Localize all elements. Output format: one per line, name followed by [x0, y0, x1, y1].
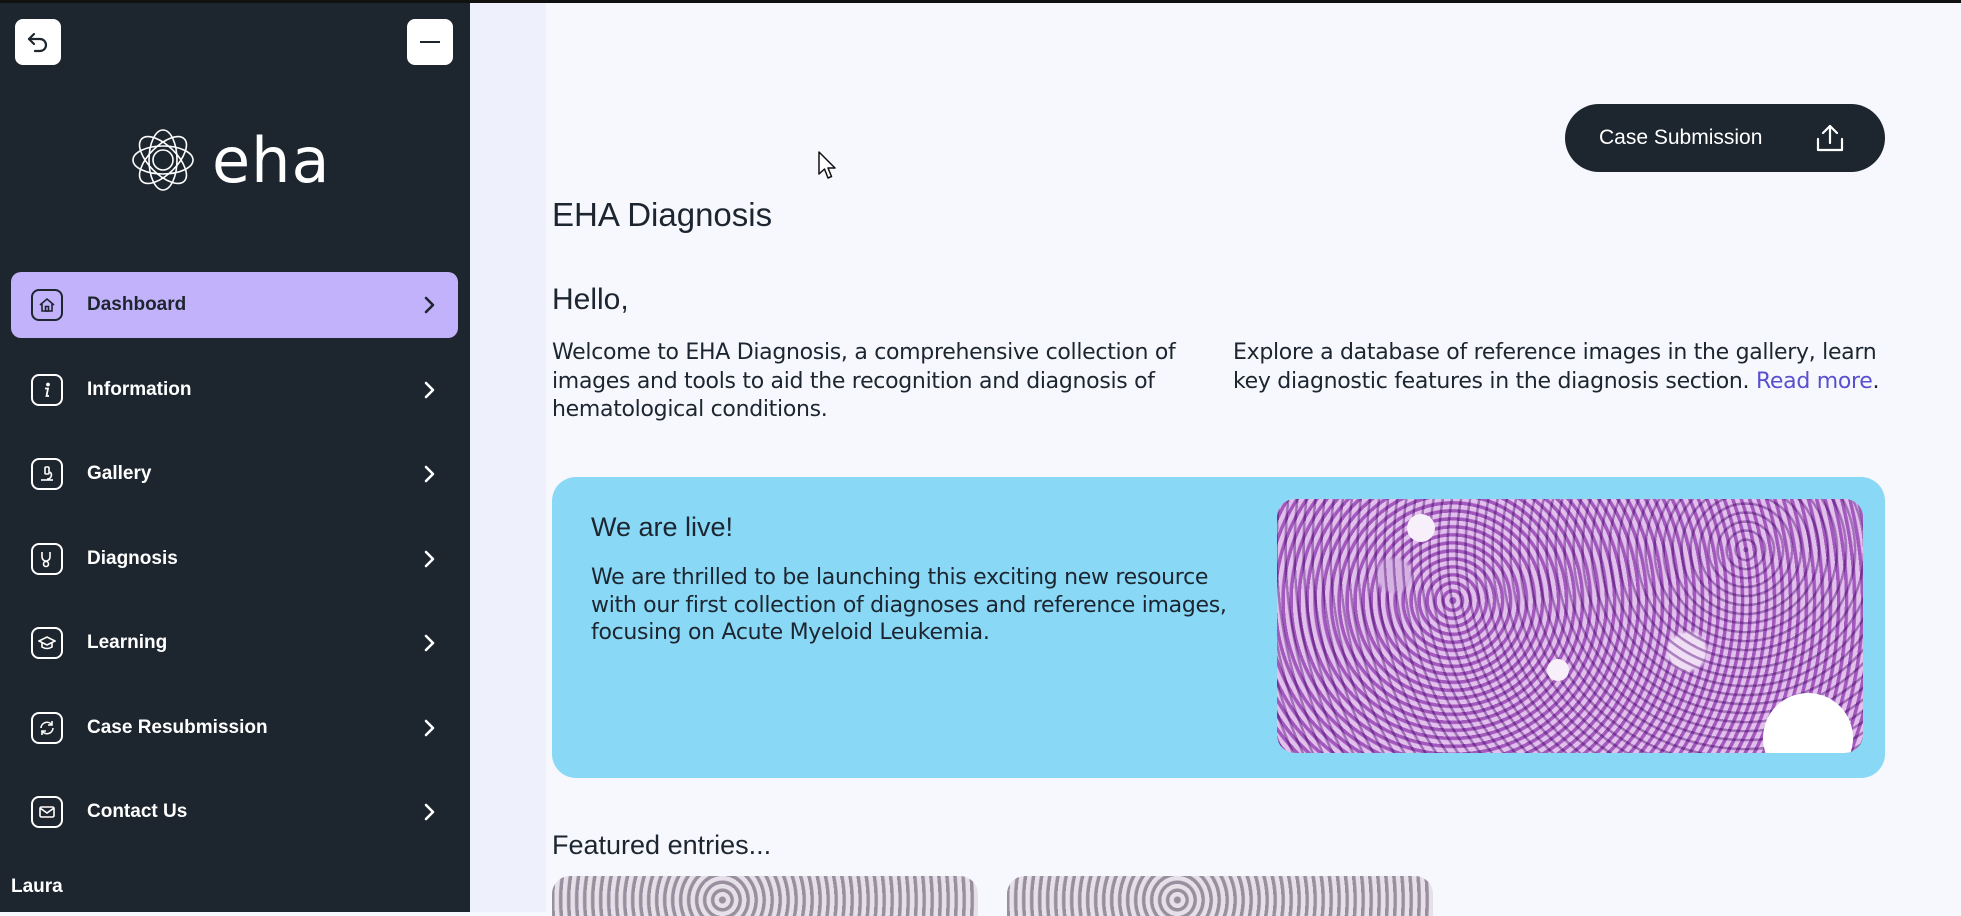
chevron-right-icon [424, 381, 435, 398]
chevron-right-icon [424, 550, 435, 567]
eha-logo: eha [128, 120, 348, 200]
aml-histology-image [1277, 499, 1863, 753]
sidebar-item-label: Dashboard [87, 294, 187, 315]
upload-icon [1816, 124, 1844, 152]
announcement-banner: We are live! We are thrilled to be launc… [552, 477, 1885, 778]
minus-icon [420, 41, 440, 43]
featured-entries-title: Featured entries... [552, 830, 772, 860]
collapse-sidebar-button[interactable] [407, 19, 453, 65]
chevron-right-icon [424, 634, 435, 652]
banner-text: We are thrilled to be launching this exc… [591, 565, 1227, 645]
vacuole [1547, 659, 1569, 681]
sidebar-item-label: Case Resubmission [87, 716, 268, 738]
window-top-border [0, 0, 1961, 3]
sidebar-item-label: Learning [87, 632, 168, 653]
sidebar-item-label: Contact Us [87, 801, 188, 822]
sidebar-item-label: Diagnosis [87, 547, 178, 569]
read-more-link[interactable]: Read more [1756, 369, 1873, 394]
intro-text-left: Welcome to EHA Diagnosis, a comprehensiv… [552, 340, 1176, 422]
back-button[interactable] [15, 19, 61, 65]
read-more-suffix: . [1872, 368, 1880, 394]
page-title: EHA Diagnosis [552, 196, 773, 233]
refresh-icon [31, 711, 63, 744]
sidebar-nav: Dashboard Information Gallery Diagnosis [11, 272, 458, 864]
mail-icon [31, 796, 63, 828]
sidebar: eha Dashboard Information Gallery Diagno… [0, 0, 470, 912]
content-gutter [470, 3, 546, 912]
sidebar-item-information[interactable]: Information [11, 357, 458, 423]
mouse-cursor-icon [818, 151, 836, 179]
featured-entry-card[interactable] [552, 876, 978, 916]
chevron-right-icon [424, 296, 435, 314]
chevron-right-icon [424, 719, 435, 736]
featured-entry-card[interactable] [1007, 876, 1433, 916]
case-submission-button[interactable]: Case Submission [1565, 104, 1885, 172]
intro-text-right: Explore a database of reference images i… [1233, 339, 1883, 396]
banner-title: We are live! [591, 512, 734, 542]
sidebar-item-contact-us[interactable]: Contact Us [11, 779, 458, 845]
sidebar-item-diagnosis[interactable]: Diagnosis [11, 526, 458, 592]
sidebar-item-case-resubmission[interactable]: Case Resubmission [11, 695, 458, 761]
greeting: Hello, [552, 283, 629, 316]
home-icon [31, 289, 63, 321]
microscope-icon [31, 458, 63, 490]
back-arrow-icon [27, 32, 48, 53]
vacuole [1407, 514, 1435, 542]
sidebar-item-label: Information [87, 378, 192, 400]
info-icon [31, 373, 63, 406]
stethoscope-icon [31, 542, 63, 575]
sidebar-item-gallery[interactable]: Gallery [11, 441, 458, 507]
case-submission-label: Case Submission [1599, 126, 1763, 149]
chevron-right-icon [424, 465, 435, 483]
logo-text: eha [212, 123, 331, 197]
sidebar-item-learning[interactable]: Learning [11, 610, 458, 676]
sidebar-item-dashboard[interactable]: Dashboard [11, 272, 458, 338]
eha-emblem-icon [132, 129, 194, 191]
user-name[interactable]: Laura [11, 876, 63, 898]
sidebar-item-label: Gallery [87, 463, 152, 484]
chevron-right-icon [424, 803, 435, 821]
graduation-cap-icon [31, 627, 63, 659]
